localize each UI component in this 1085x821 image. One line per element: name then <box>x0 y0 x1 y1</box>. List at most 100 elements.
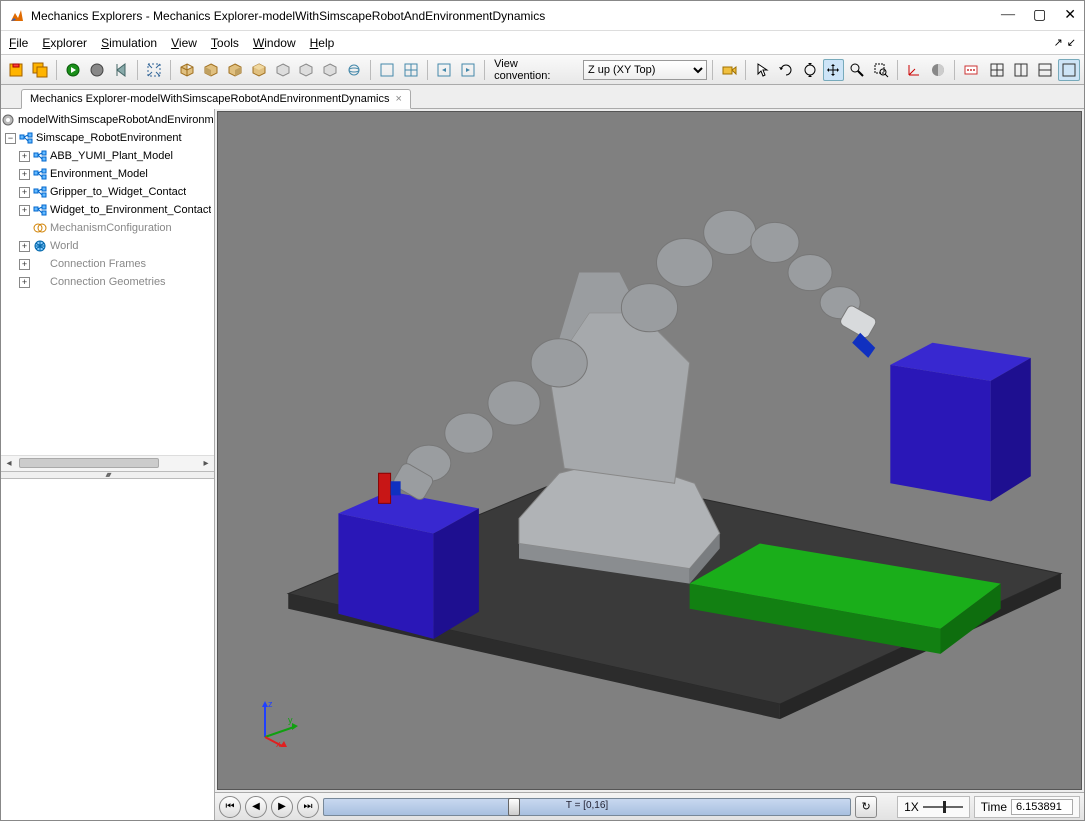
timeline-slider[interactable]: T = [0,16] <box>323 798 851 816</box>
subsystem-icon <box>33 149 47 163</box>
play-icon[interactable]: ▶ <box>271 796 293 818</box>
update-all-icon[interactable] <box>29 59 51 81</box>
run-icon[interactable] <box>62 59 84 81</box>
timeline-range-label: T = [0,16] <box>566 800 608 811</box>
expand-icon[interactable]: + <box>19 241 30 252</box>
mechanism-icon <box>33 221 47 235</box>
menu-view[interactable]: View <box>171 36 197 50</box>
single-pane-icon[interactable] <box>376 59 398 81</box>
zoom-icon[interactable] <box>846 59 868 81</box>
view-convention-label: View convention: <box>490 58 581 82</box>
tree-item[interactable]: MechanismConfiguration <box>1 219 214 237</box>
world-icon <box>33 239 47 253</box>
pointer-icon[interactable] <box>751 59 773 81</box>
expand-icon[interactable]: + <box>19 187 30 198</box>
toolbar: View convention: Z up (XY Top) <box>1 55 1084 85</box>
roll-icon[interactable] <box>799 59 821 81</box>
property-pane <box>1 479 214 821</box>
speed-label: 1X <box>904 800 919 814</box>
video-icon[interactable] <box>960 59 982 81</box>
four-pane-icon[interactable] <box>400 59 422 81</box>
svg-text:y: y <box>288 715 293 725</box>
tree-item[interactable]: + World <box>1 237 214 255</box>
menu-window[interactable]: Window <box>253 36 296 50</box>
iso-view-icon[interactable] <box>176 59 198 81</box>
tab-strip: Mechanics Explorer-modelWithSimscapeRobo… <box>1 85 1084 109</box>
top-view-icon[interactable] <box>248 59 270 81</box>
step-back-icon[interactable]: ◀ <box>245 796 267 818</box>
tab-label: Mechanics Explorer-modelWithSimscapeRobo… <box>30 93 389 105</box>
fit-view-icon[interactable] <box>143 59 165 81</box>
pan-icon[interactable] <box>823 59 845 81</box>
menu-file[interactable]: File <box>9 36 28 50</box>
tree-item[interactable]: + Widget_to_Environment_Contact <box>1 201 214 219</box>
time-display: Time 6.153891 <box>974 796 1080 818</box>
expand-icon[interactable]: + <box>19 259 30 270</box>
explorer-tab[interactable]: Mechanics Explorer-modelWithSimscapeRobo… <box>21 89 411 109</box>
step-forward-icon[interactable]: ⏭ <box>297 796 319 818</box>
window-title: Mechanics Explorers - Mechanics Explorer… <box>31 9 1001 23</box>
back-view-icon[interactable] <box>272 59 294 81</box>
left-view-icon[interactable] <box>295 59 317 81</box>
dock-icon[interactable]: ↙ <box>1067 36 1076 49</box>
zoom-region-icon[interactable] <box>870 59 892 81</box>
expand-icon[interactable]: + <box>19 205 30 216</box>
tree-item[interactable]: + Environment_Model <box>1 165 214 183</box>
rotate-icon[interactable] <box>775 59 797 81</box>
svg-text:x: x <box>276 739 281 747</box>
subsystem-icon <box>33 185 47 199</box>
tree-item[interactable]: + Connection Geometries <box>1 273 214 291</box>
menu-help[interactable]: Help <box>310 36 335 50</box>
collapse-pane-icon[interactable] <box>457 59 479 81</box>
subsystem-icon <box>33 167 47 181</box>
skip-start-icon[interactable]: ⏮ <box>219 796 241 818</box>
title-bar: Mechanics Explorers - Mechanics Explorer… <box>1 1 1084 31</box>
pane-splitter[interactable]: ▴▾ <box>1 471 214 479</box>
tile-max-icon[interactable] <box>1058 59 1080 81</box>
maximize-button[interactable]: ▢ <box>1033 7 1046 24</box>
stop-icon[interactable] <box>86 59 108 81</box>
tree-item[interactable]: + ABB_YUMI_Plant_Model <box>1 147 214 165</box>
menu-simulation[interactable]: Simulation <box>101 36 157 50</box>
tile-2h-icon[interactable] <box>1010 59 1032 81</box>
perspective-icon[interactable] <box>343 59 365 81</box>
model-tree[interactable]: modelWithSimscapeRobotAndEnvironmentDyna… <box>1 109 214 455</box>
collapse-icon[interactable]: − <box>5 133 16 144</box>
loop-icon[interactable]: ↻ <box>855 796 877 818</box>
3d-viewport[interactable]: z y x <box>217 111 1082 790</box>
minimize-button[interactable]: — <box>1001 7 1015 24</box>
update-active-icon[interactable] <box>5 59 27 81</box>
menu-explorer[interactable]: Explorer <box>42 36 87 50</box>
frame-icon[interactable] <box>903 59 925 81</box>
tree-scrollbar[interactable]: ◂ ▸ <box>1 455 214 471</box>
expand-icon[interactable]: + <box>19 151 30 162</box>
tab-close-icon[interactable]: × <box>395 93 401 105</box>
subsystem-icon <box>33 203 47 217</box>
front-view-icon[interactable] <box>200 59 222 81</box>
fast-restart-icon[interactable] <box>110 59 132 81</box>
tile-2v-icon[interactable] <box>1034 59 1056 81</box>
camera-manager-icon[interactable] <box>718 59 740 81</box>
speed-control[interactable]: 1X <box>897 796 970 818</box>
close-button[interactable]: ✕ <box>1064 7 1076 24</box>
svg-text:z: z <box>268 699 273 709</box>
undock-icon[interactable]: ↗ <box>1054 36 1063 49</box>
tile-4-icon[interactable] <box>986 59 1008 81</box>
time-value[interactable]: 6.153891 <box>1011 799 1073 815</box>
tree-item[interactable]: + Connection Frames <box>1 255 214 273</box>
tree-root[interactable]: modelWithSimscapeRobotAndEnvironmentDyna… <box>1 111 214 129</box>
right-view-icon[interactable] <box>224 59 246 81</box>
tree-item[interactable]: + Gripper_to_Widget_Contact <box>1 183 214 201</box>
tree-item[interactable]: − Simscape_RobotEnvironment <box>1 129 214 147</box>
menu-tools[interactable]: Tools <box>211 36 239 50</box>
expand-icon[interactable]: + <box>19 169 30 180</box>
expand-icon[interactable]: + <box>19 277 30 288</box>
scene-3d <box>218 112 1081 790</box>
expand-pane-icon[interactable] <box>433 59 455 81</box>
view-convention-select[interactable]: Z up (XY Top) <box>583 60 707 80</box>
bottom-view-icon[interactable] <box>319 59 341 81</box>
matlab-icon <box>9 8 25 24</box>
timeline-knob[interactable] <box>508 798 520 816</box>
shading-icon[interactable] <box>927 59 949 81</box>
speed-slider[interactable] <box>923 806 963 808</box>
